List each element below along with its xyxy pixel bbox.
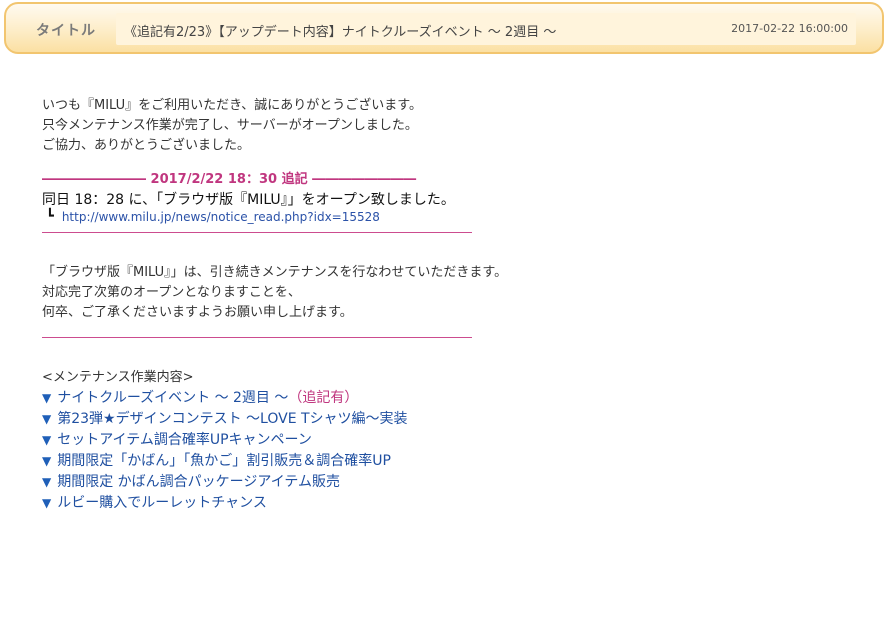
list-item-label: ルビー購入でルーレットチャンス (57, 495, 267, 511)
maintenance-list: ▼ ナイトクルーズイベント 〜 2週目 〜（追記有） ▼ 第23弾★デザインコンテス… (42, 388, 882, 514)
list-item-label: セットアイテム調合確率UPキャンペーン (57, 432, 312, 448)
triangle-down-icon: ▼ (42, 433, 52, 447)
notice-link[interactable]: http://www.milu.jp/news/notice_read.php?… (62, 210, 380, 224)
list-item[interactable]: ▼ ルビー購入でルーレットチャンス (42, 493, 882, 514)
open-notice-line: 対応完了次第のオープンとなりますことを、 (42, 285, 301, 300)
list-item-label: 第23弾★デザインコンテスト 〜LOVE Tシャツ編〜実装 (57, 411, 408, 427)
list-item-label: ナイトクルーズイベント 〜 2週目 〜 (57, 390, 289, 406)
server-status-block: 只今メンテナンス作業が完了し、サーバーがオープンしました。 ご協力、ありがとうご… (42, 116, 882, 156)
list-item[interactable]: ▼ 期間限定「かばん」「魚かご」割引販売＆調合確率UP (42, 451, 882, 472)
triangle-down-icon: ▼ (42, 475, 52, 489)
notice-title: 《追記有2/23》【アップデート内容】ナイトクルーズイベント 〜 2週目 〜 (124, 25, 557, 40)
maintenance-heading: <メンテナンス作業内容> (42, 370, 194, 385)
list-item[interactable]: ▼ 第23弾★デザインコンテスト 〜LOVE Tシャツ編〜実装 (42, 409, 882, 430)
link-line: ┗ http://www.milu.jp/news/notice_read.ph… (46, 209, 882, 225)
list-item-label: 期間限定 かばん調合パッケージアイテム販売 (57, 474, 341, 490)
list-item[interactable]: ▼ ナイトクルーズイベント 〜 2週目 〜（追記有） (42, 388, 882, 409)
title-label: タイトル (36, 23, 96, 39)
corner-arrow-icon: ┗ (46, 209, 54, 224)
server-status-line: 只今メンテナンス作業が完了し、サーバーがオープンしました。 (42, 118, 418, 133)
divider (42, 337, 472, 338)
list-item[interactable]: ▼ 期間限定 かばん調合パッケージアイテム販売 (42, 472, 882, 493)
list-item[interactable]: ▼ セットアイテム調合確率UPキャンペーン (42, 430, 882, 451)
thanks-line: ご協力、ありがとうございました。 (42, 138, 251, 153)
open-notice-block: 対応完了次第のオープンとなりますことを、 何卒、ご了承くださいますようお願い申し… (42, 283, 882, 323)
divider (42, 232, 472, 233)
list-item-note: （追記有） (288, 390, 359, 406)
triangle-down-icon: ▼ (42, 391, 52, 405)
title-box: 《追記有2/23》【アップデート内容】ナイトクルーズイベント 〜 2週目 〜 2… (116, 13, 856, 45)
greeting-text: いつも『MILU』をご利用いただき、誠にありがとうございます。 (42, 98, 422, 113)
apology-line: 何卒、ご了承くださいますようお願い申し上げます。 (42, 305, 353, 320)
browser-maint-text: 「ブラウザ版『MILU』」は、引き続きメンテナンスを行なわせていただきます。 (42, 265, 508, 280)
triangle-down-icon: ▼ (42, 496, 52, 510)
list-item-label: 期間限定「かばん」「魚かご」割引販売＆調合確率UP (57, 453, 391, 469)
triangle-down-icon: ▼ (42, 454, 52, 468)
notice-date: 2017-02-22 16:00:00 (731, 22, 848, 35)
title-bar: タイトル 《追記有2/23》【アップデート内容】ナイトクルーズイベント 〜 2週… (4, 2, 884, 54)
notice-body: いつも『MILU』をご利用いただき、誠にありがとうございます。 只今メンテナンス… (42, 96, 882, 514)
addendum-heading: ―――――――― 2017/2/22 18：30 追記 ―――――――― (42, 172, 417, 187)
triangle-down-icon: ▼ (42, 412, 52, 426)
browser-open-text: 同日 18：28 に、「ブラウザ版『MILU』」をオープン致しました。 (42, 192, 455, 208)
